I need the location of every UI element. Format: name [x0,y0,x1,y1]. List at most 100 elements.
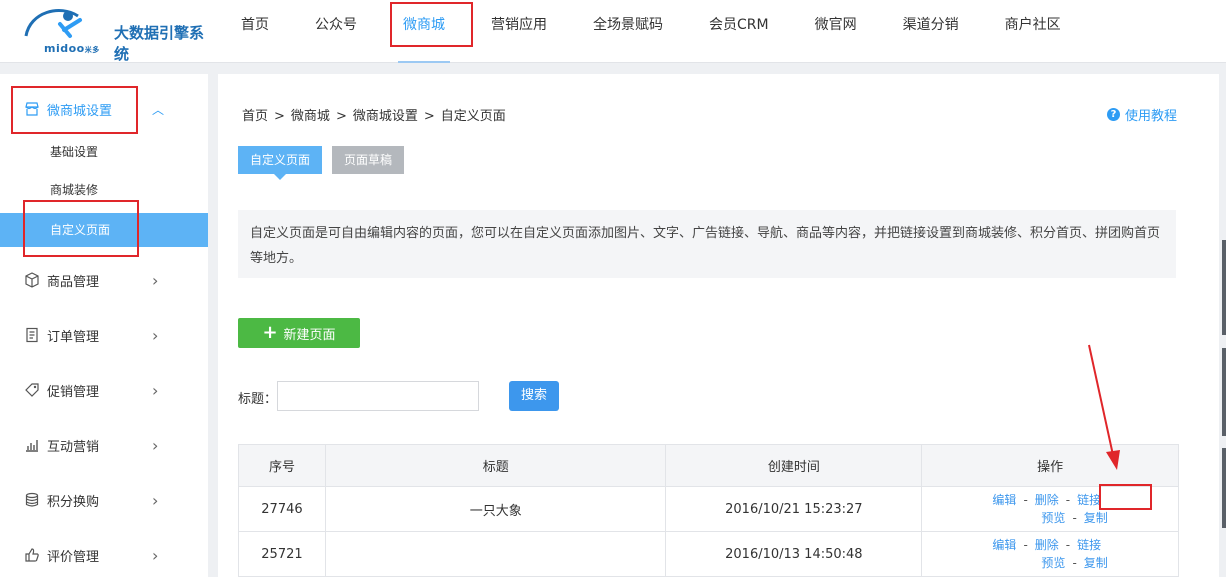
breadcrumb-separator: > [274,109,285,124]
sidebar-subitem-0[interactable]: 基础设置 [0,135,208,169]
action-separator: - [1023,538,1028,552]
delete-link[interactable]: 删除 [1035,493,1059,507]
thumbs-up-icon [25,548,39,562]
sidebar-group-label: 互动营销 [47,439,100,455]
breadcrumb-separator: > [335,109,347,124]
nav-item-7[interactable]: 渠道分销 [880,0,982,63]
question-icon: ? [1106,108,1120,121]
chevron-right-icon: › [152,545,159,565]
chevron-right-icon: › [152,435,159,455]
column-header-actions: 操作 [921,444,1179,487]
action-separator: - [1023,493,1028,507]
logo-brand: midoo米多 [44,42,100,55]
sidebar-group-label: 促销管理 [47,384,100,400]
main-content: 首页 > 微商城 > 微商城设置 > 自定义页面 ? 使用教程 自定义页面 页面草稿 自定义… [218,74,1219,577]
sidebar-group-3[interactable]: 互动营销 › [0,425,208,465]
sidebar-group-label: 商品管理 [47,274,100,290]
nav-item-2[interactable]: 微商城 [380,0,468,63]
sidebar-group-1[interactable]: 订单管理 › [0,315,208,355]
action-separator: - [1065,493,1071,507]
cell-title [324,531,667,577]
logo-mark-icon [24,9,82,38]
scroll-indicator [1222,448,1226,528]
breadcrumb-separator: > [423,109,435,124]
cell-id: 25721 [238,531,326,577]
box-icon [25,272,39,288]
main-nav: 首页 公众号 微商城 营销应用 全场景赋码 会员CRM 微官网 渠道分销 商户社区 [218,0,1084,63]
new-page-button-label: 新建页面 [283,327,336,343]
copy-link[interactable]: 复制 [1084,511,1108,525]
actions-line-1: 编辑 - 删除 - 链接 [992,536,1107,554]
column-header-created: 创建时间 [665,444,923,487]
database-icon [25,492,39,507]
cell-created: 2016/10/13 14:50:48 [665,531,923,577]
chevron-right-icon: › [152,380,159,400]
breadcrumb: 首页 > 微商城 > 微商城设置 > 自定义页面 [242,105,506,124]
nav-item-5[interactable]: 会员CRM [686,0,792,63]
title-filter-label: 标题： [238,392,278,407]
actions-line-1: 编辑 - 删除 - 链接 [992,491,1107,509]
row-actions: 编辑 - 删除 - 链接 预览 - 复制 [992,536,1107,572]
actions-line-2: 预览 - 复制 [992,554,1107,572]
nav-item-6[interactable]: 微官网 [792,0,880,63]
cell-id: 27746 [238,486,326,532]
sidebar-group-label: 积分换购 [47,494,100,510]
sidebar-group-2[interactable]: 促销管理 › [0,370,208,410]
sidebar-group-4[interactable]: 积分换购 › [0,480,208,520]
cell-actions: 编辑 - 删除 - 链接 预览 - 复制 [921,531,1179,577]
sidebar-group-5[interactable]: 评价管理 › [0,535,208,575]
breadcrumb-item-2[interactable]: 微商城设置 [353,109,418,124]
breadcrumb-item-0[interactable]: 首页 [242,109,268,124]
top-header: midoo米多 大数据引擎系统 首页 公众号 微商城 营销应用 全场景赋码 会员CRM 微官… [0,0,1226,63]
cell-actions: 编辑 - 删除 - 链接 预览 - 复制 [921,486,1179,532]
help-link[interactable]: ? 使用教程 [1106,105,1177,124]
nav-item-0[interactable]: 首页 [218,0,292,63]
breadcrumb-item-1[interactable]: 微商城 [291,109,330,124]
column-header-id: 序号 [238,444,326,487]
sidebar-group-mall-settings[interactable]: 微商城设置 ︿ [0,89,208,129]
shop-icon [25,102,39,116]
nav-item-8[interactable]: 商户社区 [982,0,1084,63]
edit-link[interactable]: 编辑 [992,493,1016,507]
chevron-right-icon: › [152,270,159,290]
sidebar-group-0[interactable]: 商品管理 › [0,260,208,300]
sidebar-group-label: 评价管理 [47,549,100,565]
copy-link[interactable]: 复制 [1084,556,1108,570]
link-link[interactable]: 链接 [1077,493,1101,507]
edit-link[interactable]: 编辑 [992,538,1016,552]
nav-item-4[interactable]: 全场景赋码 [570,0,686,63]
breadcrumb-item-3: 自定义页面 [440,109,506,124]
title-search-input[interactable] [277,381,479,411]
sidebar-group-label: 订单管理 [47,329,100,345]
page-description: 自定义页面是可自由编辑内容的页面，您可以在自定义页面添加图片、文字、广告链接、导… [238,210,1176,278]
action-separator: - [1065,538,1071,552]
tab-page-drafts[interactable]: 页面草稿 [332,146,405,174]
sidebar-group-label: 微商城设置 [47,103,113,119]
nav-item-3[interactable]: 营销应用 [468,0,570,63]
logo[interactable]: midoo米多 大数据引擎系统 [20,6,210,63]
cell-title: 一只大象 [324,486,667,532]
link-link[interactable]: 链接 [1077,538,1101,552]
column-header-title: 标题 [324,444,667,487]
plus-icon: + [262,322,278,343]
delete-link[interactable]: 删除 [1035,538,1059,552]
preview-link[interactable]: 预览 [1041,556,1065,570]
table-row: 25721 2016/10/13 14:50:48 编辑 - 删除 - 链接 预览 - 复制 [238,531,1179,577]
new-page-button[interactable]: + 新建页面 [238,318,360,348]
system-title: 大数据引擎系统 [114,24,205,63]
row-actions: 编辑 - 删除 - 链接 预览 - 复制 [992,491,1107,527]
bar-chart-icon [26,440,38,452]
scroll-indicator [1222,240,1226,335]
table-header-row: 序号 标题 创建时间 操作 [238,444,1179,487]
chevron-up-icon: ︿ [152,102,165,117]
tab-custom-pages[interactable]: 自定义页面 [238,146,323,180]
actions-line-2: 预览 - 复制 [992,509,1107,527]
sidebar-subitem-1[interactable]: 商城装修 [0,173,208,207]
preview-link[interactable]: 预览 [1041,511,1065,525]
search-button[interactable]: 搜索 [509,381,559,411]
sidebar-subitem-2[interactable]: 自定义页面 [0,213,208,247]
table-row: 27746 一只大象 2016/10/21 15:23:27 编辑 - 删除 - 链接 预览 - 复… [238,486,1179,532]
action-separator: - [1072,556,1077,570]
custom-pages-table: 序号 标题 创建时间 操作 27746 一只大象 2016/10/21 15:23:… [238,444,1179,577]
nav-item-1[interactable]: 公众号 [292,0,380,63]
